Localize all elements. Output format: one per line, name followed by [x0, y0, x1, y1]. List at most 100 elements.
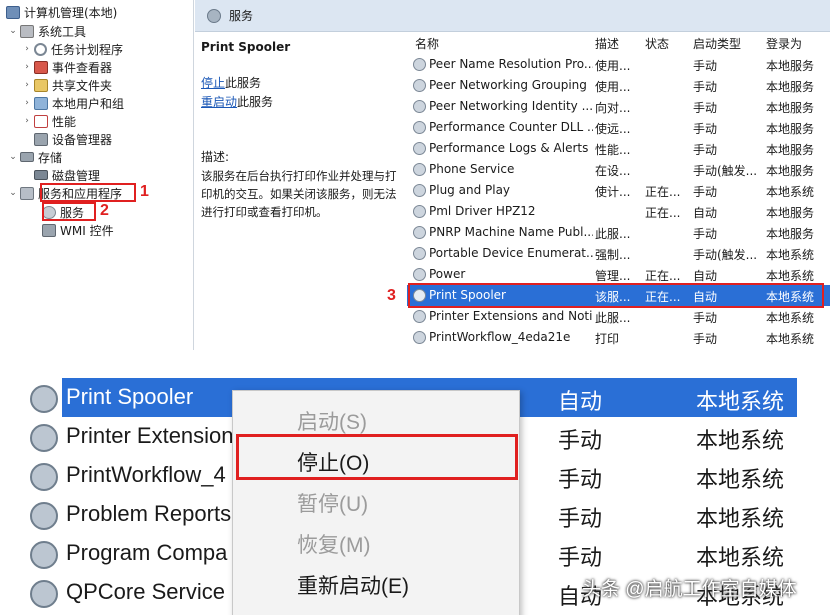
services-header-title: 服务 — [229, 9, 254, 23]
menu-item-resume[interactable]: 恢复(M) — [233, 524, 521, 564]
gear-icon — [413, 226, 426, 239]
service-row[interactable]: Peer Name Resolution Pro... 使用... 手动 本地服务 — [407, 54, 830, 75]
service-cell-name: Performance Counter DLL ... — [429, 120, 593, 134]
service-cell-logon: 本地系统 — [766, 311, 815, 325]
tree-item-shared-folders[interactable]: › 共享文件夹 — [22, 76, 112, 94]
tree-item-storage[interactable]: ⌄ 存储 — [8, 148, 62, 166]
gear-icon — [30, 541, 58, 569]
expand-icon[interactable]: ⌄ — [8, 152, 18, 162]
zoomed-cell-startup: 手动 — [558, 428, 603, 453]
menu-item-restart[interactable]: 重新启动(E) — [233, 565, 521, 605]
tree-item-event-viewer[interactable]: › 事件查看器 — [22, 58, 112, 76]
service-cell-logon: 本地服务 — [766, 206, 815, 220]
zoomed-cell-logon: 本地系统 — [696, 545, 785, 570]
zoomed-cell-startup: 手动 — [558, 506, 603, 531]
service-row[interactable]: Portable Device Enumerat... 强制... 手动(触发...… — [407, 243, 830, 264]
column-header-description[interactable]: 描述 — [595, 33, 619, 53]
service-cell-desc: 性能... — [595, 143, 631, 157]
zoomed-context-menu-view: Print Spooler 自动 本地系统 Printer Extensions 手动本… — [0, 366, 830, 615]
service-cell-startup: 自动 — [693, 269, 718, 283]
gear-icon — [413, 58, 426, 71]
tree-item-label: 任务计划程序 — [51, 42, 124, 57]
chevron-right-icon[interactable]: › — [22, 98, 32, 108]
gear-icon — [30, 502, 58, 530]
zoomed-cell-logon: 本地系统 — [696, 467, 785, 492]
service-cell-name: Plug and Play — [429, 183, 511, 197]
service-cell-desc: 此服... — [595, 227, 631, 241]
gear-icon — [413, 310, 426, 323]
expand-icon[interactable]: ⌄ — [8, 26, 18, 36]
menu-item-pause[interactable]: 暂停(U) — [233, 483, 521, 523]
service-cell-name: Peer Networking Identity ... — [429, 99, 593, 113]
service-row[interactable]: Peer Networking Identity ... 向对... 手动 本地服务 — [407, 96, 830, 117]
annotation-box-print-spooler — [408, 283, 824, 308]
restart-service-link[interactable]: 重启动 — [201, 95, 237, 109]
annotation-box-services-apps — [40, 183, 136, 202]
zoomed-cell-name: Print Spooler — [66, 384, 194, 409]
column-header-startup-type[interactable]: 启动类型 — [693, 33, 741, 53]
service-cell-name: Portable Device Enumerat... — [429, 246, 593, 260]
chevron-right-icon[interactable]: › — [22, 116, 32, 126]
tree-item-label: 设备管理器 — [52, 132, 113, 147]
stop-service-suffix: 此服务 — [225, 76, 262, 90]
service-row[interactable]: Pml Driver HPZ12 正在... 自动 本地服务 — [407, 201, 830, 222]
stop-service-link[interactable]: 停止 — [201, 76, 225, 90]
tree-item-label: 磁盘管理 — [52, 168, 101, 183]
service-row[interactable]: Plug and Play 使计... 正在... 手动 本地系统 — [407, 180, 830, 201]
tree-item-local-users[interactable]: › 本地用户和组 — [22, 94, 124, 112]
context-menu: 启动(S) 停止(O) 暂停(U) 恢复(M) 重新启动(E) — [232, 390, 520, 615]
service-cell-logon: 本地系统 — [766, 269, 815, 283]
clock-icon — [34, 42, 47, 56]
tree-item-label: 计算机管理(本地) — [24, 5, 118, 20]
chevron-right-icon[interactable]: › — [22, 80, 32, 90]
service-cell-desc: 管理... — [595, 269, 631, 283]
expand-icon[interactable]: ⌄ — [8, 188, 18, 198]
chevron-right-icon[interactable]: › — [22, 62, 32, 72]
tree-item-disk-management[interactable]: 磁盘管理 — [32, 166, 100, 184]
service-cell-startup: 手动 — [693, 185, 718, 199]
service-cell-name: Phone Service — [429, 162, 515, 176]
shared-folder-icon — [34, 78, 48, 92]
tree-item-performance[interactable]: › 性能 — [22, 112, 76, 130]
service-row[interactable]: Performance Counter DLL ... 使远... 手动 本地服务 — [407, 117, 830, 138]
tree-item-wmi[interactable]: WMI 控件 — [40, 221, 114, 239]
service-row[interactable]: Performance Logs & Alerts 性能... 手动 本地服务 — [407, 138, 830, 159]
service-cell-logon: 本地系统 — [766, 248, 815, 262]
storage-icon — [20, 152, 34, 162]
service-cell-logon: 本地服务 — [766, 59, 815, 73]
gear-icon — [207, 8, 221, 23]
tree-item-system-tools[interactable]: ⌄ 系统工具 — [8, 22, 86, 40]
service-row[interactable]: Printer Extensions and Noti... 此服... 手动 本地系… — [407, 306, 830, 327]
chevron-right-icon[interactable]: › — [22, 44, 32, 54]
tree-item-device-manager[interactable]: 设备管理器 — [32, 130, 112, 148]
zoomed-cell-name: Program Compa — [66, 540, 228, 565]
zoomed-cell-startup: 手动 — [558, 545, 603, 570]
zoomed-cell-name: PrintWorkflow_4 — [66, 462, 226, 487]
service-cell-startup: 自动 — [693, 206, 718, 220]
column-header-status[interactable]: 状态 — [645, 33, 669, 53]
column-header-logon-as[interactable]: 登录为 — [766, 33, 802, 53]
service-row[interactable]: Peer Networking Grouping 使用... 手动 本地服务 — [407, 75, 830, 96]
gear-icon — [413, 205, 426, 218]
service-row[interactable]: PNRP Machine Name Publ... 此服... 手动 本地服务 — [407, 222, 830, 243]
service-row[interactable]: Phone Service 在设... 手动(触发... 本地服务 — [407, 159, 830, 180]
service-cell-name: Peer Networking Grouping — [429, 78, 587, 92]
selected-service-name: Print Spooler — [201, 40, 291, 54]
service-cell-desc: 在设... — [595, 164, 631, 178]
column-header-name[interactable]: 名称 — [415, 33, 439, 53]
service-row[interactable]: Power 管理... 正在... 自动 本地系统 — [407, 264, 830, 285]
tree-item-computer-management[interactable]: 计算机管理(本地) — [4, 3, 117, 21]
tree-item-task-scheduler[interactable]: › 任务计划程序 — [22, 40, 123, 58]
device-manager-icon — [34, 132, 48, 146]
service-detail-pane: Print Spooler 停止此服务 重启动此服务 描述: 该服务在后台执行打… — [195, 33, 407, 350]
service-cell-desc: 使用... — [595, 59, 631, 73]
gear-icon — [30, 463, 58, 491]
service-cell-logon: 本地系统 — [766, 332, 815, 346]
services-header-bar: 服务 — [195, 0, 830, 32]
service-cell-logon: 本地服务 — [766, 143, 815, 157]
service-cell-startup: 手动 — [693, 332, 718, 346]
service-cell-startup: 手动 — [693, 227, 718, 241]
section-divider — [0, 350, 830, 366]
service-row[interactable]: PrintWorkflow_4eda21e 打印 手动 本地系统 — [407, 327, 830, 348]
gear-icon — [413, 247, 426, 260]
